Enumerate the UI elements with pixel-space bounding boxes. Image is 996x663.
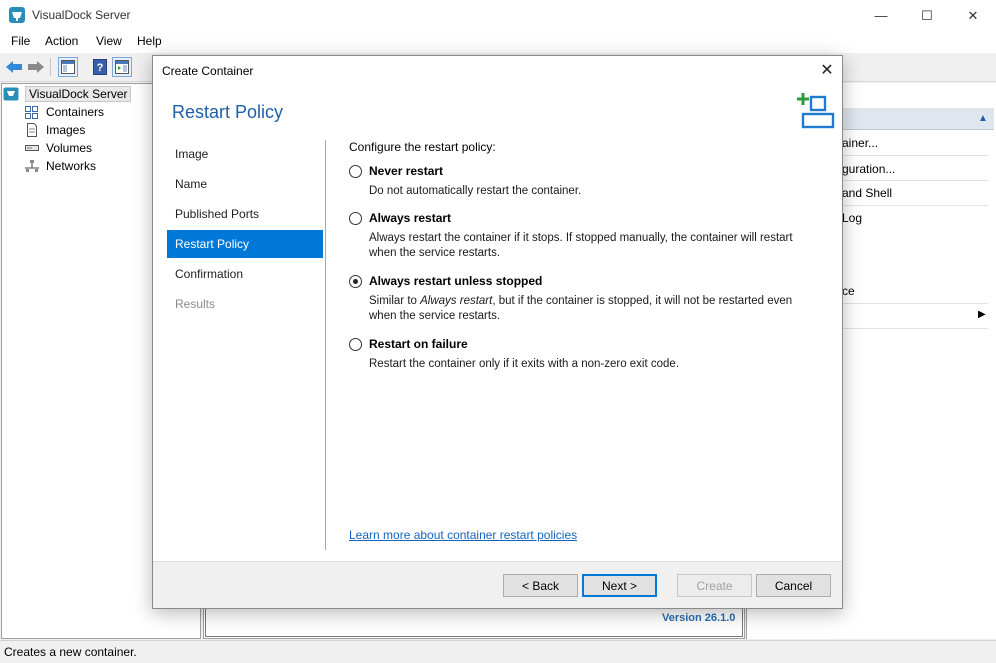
radio-always-restart-unless-stopped[interactable]: Always restart unless stopped [349, 274, 542, 288]
next-button[interactable]: Next > [582, 574, 657, 597]
action-create-container[interactable]: ainer... [842, 136, 878, 150]
dialog-titlebar: Create Container ✕ [153, 56, 842, 85]
action-separator [842, 155, 988, 156]
radio-button[interactable] [349, 164, 362, 178]
action-separator [842, 205, 988, 206]
status-text: Creates a new container. [4, 645, 137, 659]
tree-root-server[interactable]: VisualDock Server [3, 85, 132, 103]
radio-always-restart[interactable]: Always restart [349, 211, 451, 225]
cancel-button[interactable]: Cancel [756, 574, 831, 597]
close-window-button[interactable]: ✕ [950, 0, 996, 31]
maximize-button[interactable]: ☐ [904, 0, 950, 31]
window-titlebar: VisualDock Server — ☐ ✕ [0, 0, 996, 31]
svg-text:?: ? [97, 62, 104, 74]
action-service[interactable]: ce [842, 284, 855, 298]
image-file-icon [24, 122, 40, 138]
option-label: Never restart [369, 164, 444, 178]
menu-view[interactable]: View [96, 34, 122, 48]
submenu-arrow-icon[interactable]: ▶ [978, 309, 986, 320]
wizard-step-image[interactable]: Image [167, 140, 323, 168]
dialog-title: Create Container [162, 64, 254, 78]
back-arrow-icon[interactable] [4, 57, 24, 77]
menu-file[interactable]: File [11, 34, 30, 48]
desc-prefix: Similar to [369, 295, 421, 307]
tree-item-images[interactable]: Images [24, 121, 85, 139]
volume-icon [24, 140, 40, 156]
minimize-button[interactable]: — [858, 0, 904, 31]
desc-emphasis: Always restart [420, 295, 493, 307]
dialog-close-button[interactable]: ✕ [816, 59, 838, 81]
tree-item-label: Images [46, 123, 86, 137]
option-description: Similar to Always restart, but if the co… [369, 294, 819, 324]
tree-item-volumes[interactable]: Volumes [24, 139, 92, 157]
create-button[interactable]: Create [677, 574, 752, 597]
option-label: Always restart [369, 211, 452, 225]
toolbar-separator [50, 58, 51, 76]
option-description: Restart the container only if it exits w… [369, 358, 680, 370]
status-bar [0, 640, 996, 663]
back-button[interactable]: < Back [503, 574, 578, 597]
learn-more-link[interactable]: Learn more about container restart polic… [349, 528, 577, 542]
option-label: Always restart unless stopped [369, 274, 543, 288]
action-log[interactable]: Log [842, 211, 862, 225]
help-icon[interactable]: ? [90, 57, 110, 77]
whale-icon [9, 7, 25, 23]
action-separator [842, 180, 988, 181]
action-command-shell[interactable]: and Shell [842, 186, 892, 200]
add-container-icon [795, 92, 835, 132]
show-hide-action-pane-icon[interactable] [112, 57, 132, 77]
radio-restart-on-failure[interactable]: Restart on failure [349, 337, 468, 351]
tree-item-label: Containers [46, 105, 105, 119]
tree-item-label: Networks [46, 159, 97, 173]
tree-root-label: VisualDock Server [25, 86, 132, 102]
restart-policy-prompt: Configure the restart policy: [349, 140, 496, 154]
dialog-heading: Restart Policy [172, 102, 284, 122]
version-label: Version 26.1.0 [662, 612, 736, 624]
collapse-up-icon[interactable]: ▲ [978, 113, 988, 124]
wizard-step-results: Results [175, 297, 216, 311]
forward-arrow-icon[interactable] [26, 57, 46, 77]
tree-item-label: Volumes [46, 141, 93, 155]
steps-divider [325, 140, 326, 550]
wizard-step-published-ports[interactable]: Published Ports [167, 200, 323, 228]
action-configuration[interactable]: guration... [842, 162, 895, 176]
tree-item-containers[interactable]: Containers [24, 103, 104, 121]
radio-button[interactable] [349, 337, 362, 351]
option-description: Do not automatically restart the contain… [369, 185, 582, 197]
app-title: VisualDock Server [32, 8, 131, 22]
option-label: Restart on failure [369, 337, 468, 351]
action-separator [842, 328, 988, 329]
action-separator [842, 303, 988, 304]
create-container-dialog: Create Container ✕ Restart Policy Image N… [152, 55, 843, 609]
radio-button[interactable] [349, 211, 362, 225]
server-icon [3, 86, 19, 102]
containers-icon [24, 104, 40, 120]
network-icon [24, 158, 40, 174]
show-hide-tree-icon[interactable] [58, 57, 78, 77]
option-description: Always restart the container if it stops… [369, 232, 793, 259]
radio-never-restart[interactable]: Never restart [349, 164, 443, 178]
menu-action[interactable]: Action [45, 34, 78, 48]
tree-item-networks[interactable]: Networks [24, 157, 96, 175]
wizard-step-name[interactable]: Name [167, 170, 323, 198]
radio-button-checked[interactable] [349, 274, 362, 288]
menu-bar: File Action View Help [0, 31, 996, 53]
wizard-step-restart-policy[interactable]: Restart Policy [167, 230, 323, 258]
menu-help[interactable]: Help [137, 34, 162, 48]
wizard-step-confirmation[interactable]: Confirmation [167, 260, 323, 288]
